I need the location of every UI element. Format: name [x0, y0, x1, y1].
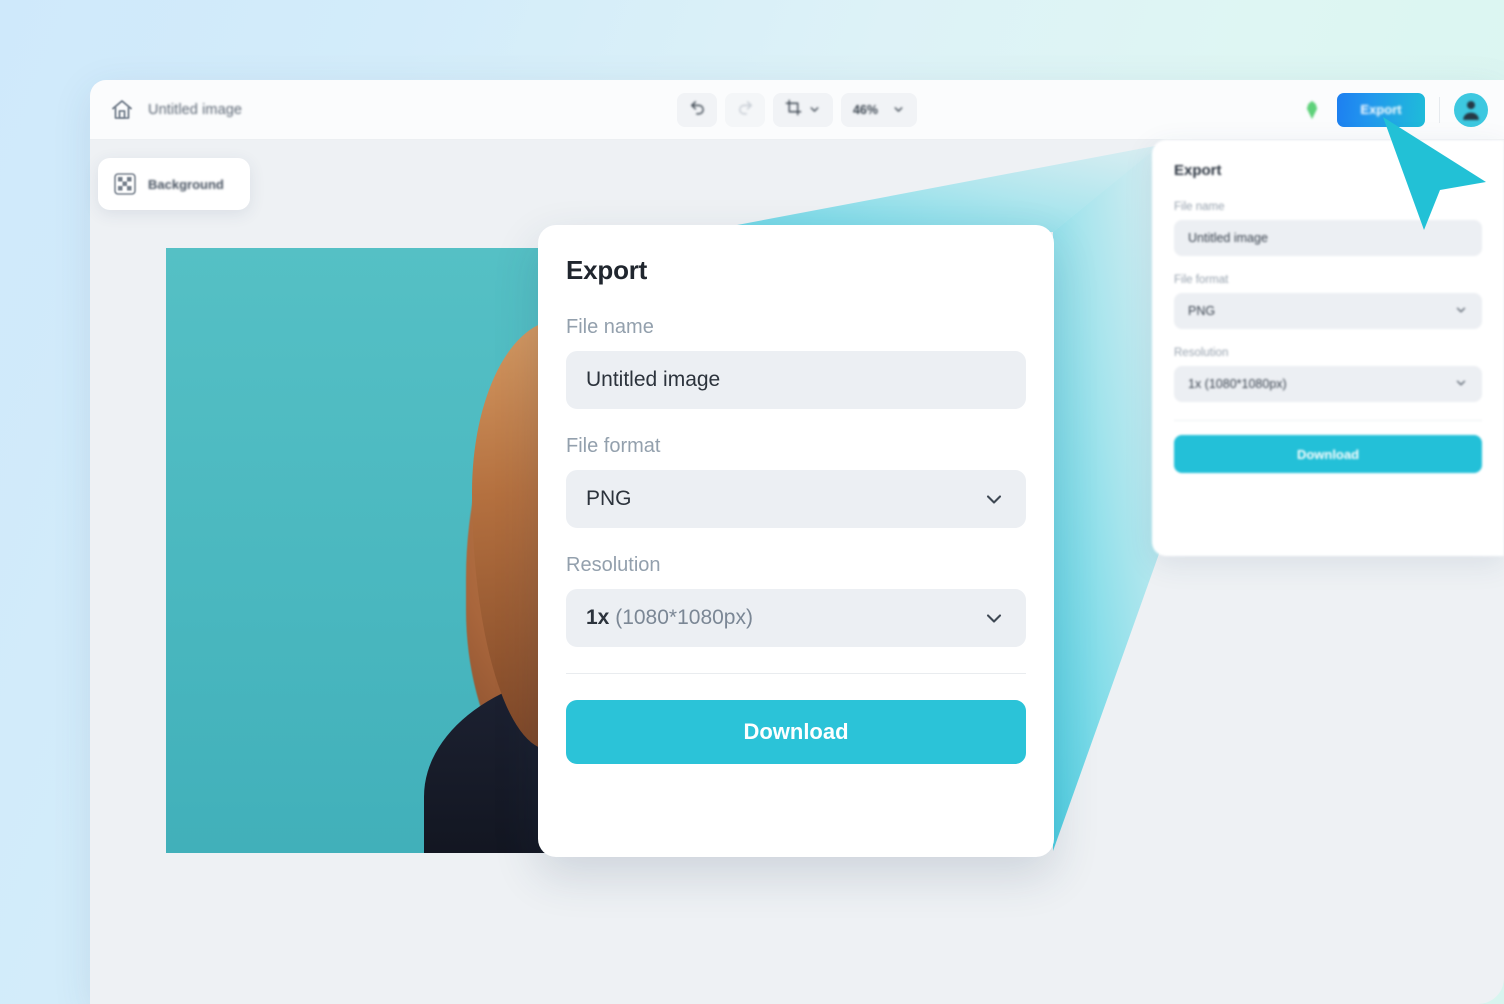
export-dialog-title: Export	[566, 255, 648, 285]
resolution-label: Resolution	[566, 554, 661, 576]
crop-chevron-down-icon	[808, 103, 821, 116]
toolbar-left-group: Untitled image	[90, 98, 242, 122]
redo-button[interactable]	[724, 92, 765, 127]
crop-tool-button[interactable]	[772, 92, 833, 127]
export-panel-divider	[1174, 420, 1482, 421]
undo-button[interactable]	[676, 92, 717, 127]
resolution-chevron-down-icon	[982, 606, 1006, 630]
page-frame: Untitled image 46% Export Background Exp…	[0, 0, 1504, 1004]
export-panel-file-name-input[interactable]: Untitled image	[1174, 220, 1482, 256]
file-name-label: File name	[566, 316, 654, 338]
export-panel-resolution-value: 1x (1080*1080px)	[1188, 377, 1287, 391]
file-format-value: PNG	[586, 487, 632, 510]
export-panel-download-label: Download	[1296, 446, 1360, 462]
file-format-select[interactable]: PNG	[566, 470, 1026, 528]
crop-icon	[785, 99, 802, 121]
gem-icon[interactable]	[1301, 99, 1323, 121]
export-panel-file-format-select[interactable]: PNG	[1174, 293, 1482, 329]
export-dialog-divider	[566, 673, 1026, 674]
export-panel-title: Export	[1174, 162, 1222, 179]
export-panel-file-format-chevron-down-icon	[1454, 303, 1468, 320]
export-panel-download-button[interactable]: Download	[1174, 435, 1482, 473]
avatar[interactable]	[1454, 92, 1488, 127]
user-avatar-icon	[1458, 96, 1484, 127]
zoom-level-button[interactable]: 46%	[840, 92, 918, 127]
toolbar-right-group: Export	[1301, 92, 1488, 127]
export-panel-small: Export File name Untitled image File for…	[1152, 140, 1504, 556]
toolbar-divider	[1439, 96, 1440, 123]
export-panel-file-format-value: PNG	[1188, 304, 1216, 318]
file-format-chevron-down-icon	[982, 487, 1006, 511]
resolution-select[interactable]: 1x (1080*1080px)	[566, 589, 1026, 647]
export-panel-resolution-select[interactable]: 1x (1080*1080px)	[1174, 366, 1482, 402]
resolution-dimensions: (1080*1080px)	[615, 606, 753, 629]
home-icon[interactable]	[110, 98, 134, 122]
file-name-input[interactable]: Untitled image	[566, 351, 1026, 409]
download-button-label: Download	[743, 719, 849, 744]
background-tool-button[interactable]: Background	[98, 158, 250, 210]
export-button[interactable]: Export	[1337, 92, 1425, 127]
export-button-label: Export	[1360, 102, 1402, 117]
checkerboard-icon	[114, 173, 136, 195]
document-title[interactable]: Untitled image	[148, 102, 242, 118]
resolution-multiplier: 1x	[586, 606, 610, 629]
download-button[interactable]: Download	[566, 700, 1026, 764]
export-panel-resolution-label: Resolution	[1174, 347, 1229, 359]
top-toolbar: Untitled image 46% Export	[90, 80, 1504, 140]
background-tool-label: Background	[148, 176, 224, 192]
file-name-value: Untitled image	[586, 368, 721, 391]
export-panel-file-format-label: File format	[1174, 274, 1229, 286]
redo-icon	[736, 99, 753, 121]
toolbar-center-group: 46%	[676, 92, 918, 127]
zoom-chevron-down-icon	[892, 103, 905, 116]
export-panel-file-name-value: Untitled image	[1188, 231, 1268, 245]
export-panel-file-name-label: File name	[1174, 201, 1225, 213]
zoom-level-value: 46%	[852, 102, 879, 117]
export-panel-resolution-chevron-down-icon	[1454, 376, 1468, 393]
file-format-label: File format	[566, 435, 661, 457]
undo-icon	[688, 99, 705, 121]
export-dialog: Export File name Untitled image File for…	[538, 225, 1054, 857]
